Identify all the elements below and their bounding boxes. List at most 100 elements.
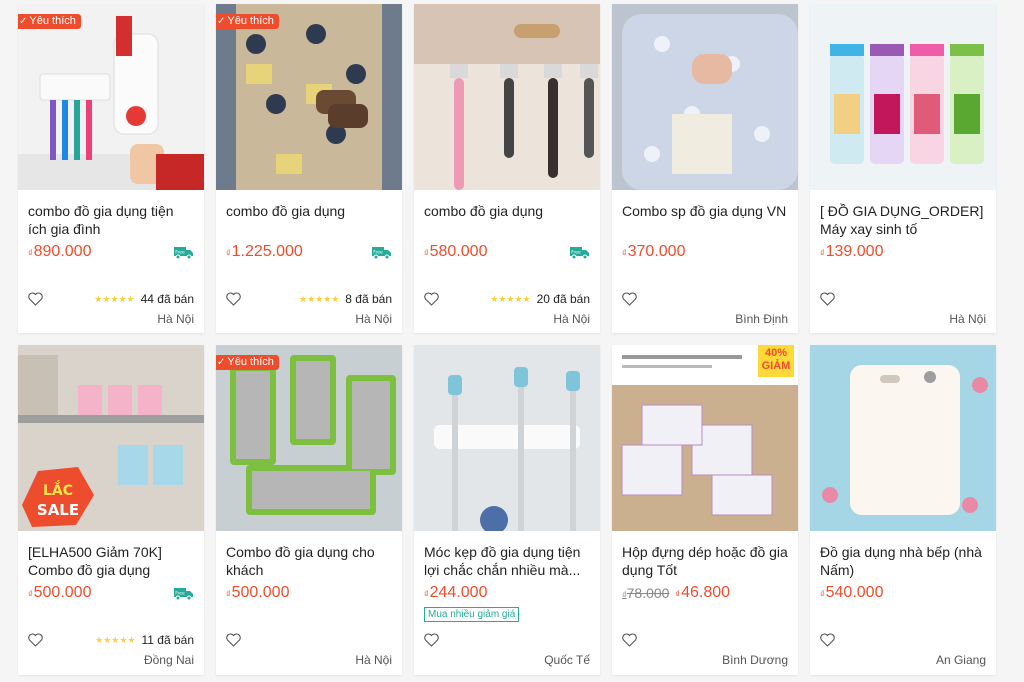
product-meta — [622, 631, 788, 649]
product-meta — [424, 631, 590, 649]
currency-symbol: ₫ — [226, 589, 231, 599]
product-name[interactable]: Hộp đựng dép hoặc đồ gia dụng Tốt — [622, 543, 790, 579]
product-name[interactable]: Combo sp đồ gia dụng VN — [622, 202, 790, 238]
product-meta: ★★★★★ 8 đã bán — [226, 290, 392, 308]
product-image[interactable]: LẮC SALE — [18, 345, 204, 531]
product-price: 46.800 — [681, 584, 731, 601]
price-row: ₫ 890.000 Free — [28, 242, 194, 262]
favorite-badge: ✓ Yêu thích — [216, 14, 279, 29]
shop-location: Hà Nội — [949, 312, 986, 326]
product-name[interactable]: combo đồ gia dụng — [226, 202, 394, 238]
shop-location: Hà Nội — [355, 312, 392, 326]
heart-icon[interactable] — [28, 292, 43, 306]
rating-stars: ★★★★★ — [298, 293, 340, 304]
rating-sold: ★★★★★ 11 đã bán — [95, 633, 194, 647]
product-price: 500.000 — [33, 584, 92, 601]
price-row: ₫ 244.000 — [424, 583, 590, 603]
product-image[interactable] — [414, 4, 600, 190]
rating-stars: ★★★★★ — [95, 634, 136, 645]
product-image[interactable]: 40% GIẢM — [612, 345, 798, 531]
product-price: 500.000 — [231, 584, 290, 601]
rating-stars: ★★★★★ — [94, 293, 135, 304]
product-meta: ★★★★★ 11 đã bán — [28, 631, 194, 649]
currency-symbol: ₫ — [226, 248, 231, 258]
heart-icon[interactable] — [622, 292, 637, 306]
product-card[interactable]: ✓ Yêu thích combo đồ gia dụng ₫ 1.225.000 Fre… — [216, 4, 402, 333]
product-meta: ★★★★★ 20 đã bán — [424, 290, 590, 308]
favorite-label: Yêu thích — [29, 15, 76, 27]
product-card[interactable]: Móc kẹp đồ gia dụng tiện lợi chắc chắn n… — [414, 345, 600, 675]
product-name[interactable]: Móc kẹp đồ gia dụng tiện lợi chắc chắn n… — [424, 543, 592, 579]
shop-location: Bình Định — [735, 312, 788, 326]
product-name[interactable]: combo đồ gia dụng — [424, 202, 592, 238]
product-name[interactable]: [ELHA500 Giảm 70K] Combo đồ gia dụng — [28, 543, 196, 579]
shop-location: Quốc Tế — [544, 653, 590, 667]
shop-location: Hà Nội — [355, 653, 392, 667]
heart-icon[interactable] — [28, 633, 43, 647]
product-card[interactable]: [ ĐỒ GIA DỤNG_ORDER] Máy xay sinh tố ₫ 139… — [810, 4, 996, 333]
product-card[interactable]: LẮC SALE [ELHA500 Giảm 70K] Combo đồ gia d… — [18, 345, 204, 675]
product-meta: ★★★★★ 44 đã bán — [28, 290, 194, 308]
product-image[interactable]: ✓ Yêu thích — [18, 4, 204, 190]
free-ship-icon: Free — [372, 247, 391, 259]
shop-location: Đồng Nai — [143, 653, 194, 667]
product-price: 139.000 — [825, 243, 884, 260]
check-icon: ✓ — [217, 357, 226, 368]
pillow-image — [612, 4, 798, 190]
heart-icon[interactable] — [226, 292, 241, 306]
favorite-badge: ✓ Yêu thích — [18, 14, 81, 29]
currency-symbol: ₫ — [424, 589, 429, 599]
svg-text:LẮC: LẮC — [43, 480, 73, 499]
favorite-badge: ✓ Yêu thích — [216, 355, 279, 370]
old-price-value: 78.000 — [626, 585, 670, 601]
currency-symbol: ₫ — [424, 248, 429, 258]
product-card[interactable]: combo đồ gia dụng ₫ 580.000 Free ★★★★★ 20 đã … — [414, 4, 600, 333]
product-card[interactable]: Đồ gia dụng nhà bếp (nhà Nấm) ₫ 540.000 An … — [810, 345, 996, 675]
sold-count: 20 đã bán — [536, 292, 590, 306]
free-ship-icon: Free — [174, 588, 193, 600]
rating-stars: ★★★★★ — [490, 293, 531, 304]
product-meta — [820, 290, 986, 308]
check-icon: ✓ — [19, 16, 28, 27]
check-icon: ✓ — [217, 16, 226, 27]
shop-location: Hà Nội — [157, 312, 194, 326]
product-price: 580.000 — [429, 243, 488, 260]
heart-icon[interactable] — [622, 633, 637, 647]
product-price: 244.000 — [429, 584, 488, 601]
product-card[interactable]: ✓ Yêu thích combo đồ gia dụng tiện ích gia… — [18, 4, 204, 333]
mop-holder-image — [414, 345, 600, 531]
blenders-image — [810, 4, 996, 190]
product-image[interactable] — [810, 345, 996, 531]
product-image[interactable] — [414, 345, 600, 531]
product-image[interactable] — [810, 4, 996, 190]
product-meta — [226, 631, 392, 649]
product-grid: ✓ Yêu thích combo đồ gia dụng tiện ích gia… — [0, 0, 1024, 682]
product-card[interactable]: Combo sp đồ gia dụng VN ₫ 370.000 Bình Định — [612, 4, 798, 333]
product-image[interactable]: ✓ Yêu thích — [216, 345, 402, 531]
product-card[interactable]: 40% GIẢM Hộp đựng dép hoặc đồ gia dụng Tố… — [612, 345, 798, 675]
product-price: 540.000 — [825, 584, 884, 601]
product-meta — [820, 631, 986, 649]
price-row: ₫ 500.000 — [226, 583, 392, 603]
heart-icon[interactable] — [226, 633, 241, 647]
mickey-mat-image — [216, 4, 402, 190]
heart-icon[interactable] — [820, 292, 835, 306]
product-image[interactable] — [612, 4, 798, 190]
product-name[interactable]: [ ĐỒ GIA DỤNG_ORDER] Máy xay sinh tố — [820, 202, 988, 238]
price-row: ₫ 370.000 — [622, 242, 788, 262]
currency-symbol: ₫ — [675, 589, 681, 599]
discount-badge: 40% GIẢM — [758, 345, 794, 377]
product-name[interactable]: combo đồ gia dụng tiện ích gia đình — [28, 202, 196, 238]
product-card[interactable]: ✓ Yêu thích Combo đồ gia dụng cho khách ₫ 50… — [216, 345, 402, 675]
product-name[interactable]: Đồ gia dụng nhà bếp (nhà Nấm) — [820, 543, 988, 579]
product-name[interactable]: Combo đồ gia dụng cho khách — [226, 543, 394, 579]
product-price: 1.225.000 — [231, 243, 303, 260]
product-price: 890.000 — [33, 243, 92, 260]
heart-icon[interactable] — [820, 633, 835, 647]
currency-symbol: ₫ — [622, 248, 627, 258]
heart-icon[interactable] — [424, 633, 439, 647]
sold-count: 8 đã bán — [345, 292, 392, 306]
shop-location: An Giang — [935, 653, 986, 667]
heart-icon[interactable] — [424, 292, 439, 306]
product-image[interactable]: ✓ Yêu thích — [216, 4, 402, 190]
